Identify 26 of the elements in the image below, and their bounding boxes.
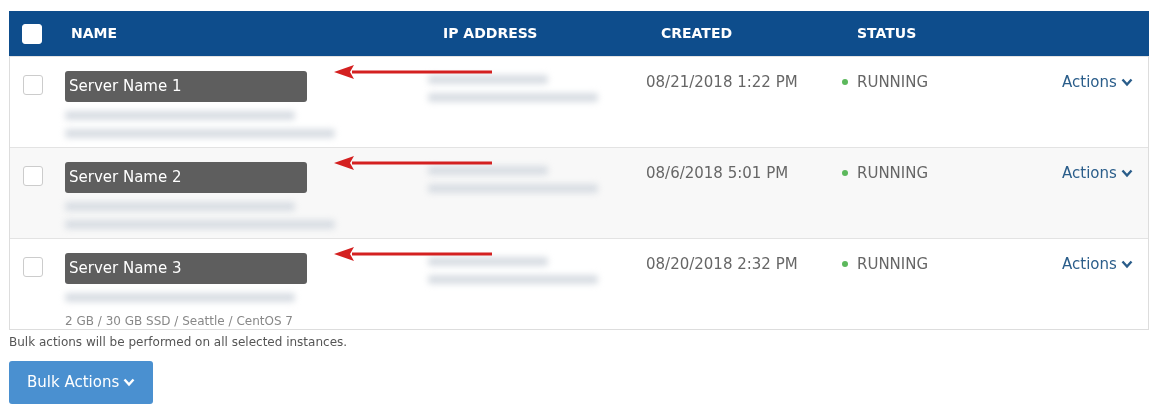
column-header: NAME: [70, 24, 119, 43]
status-text: RUNNING: [857, 163, 929, 184]
created-date: 08/6/2018 5:01 PM: [646, 163, 790, 184]
row-checkbox[interactable]: [23, 257, 43, 277]
server-name-label: Server Name 3: [65, 253, 307, 284]
created-date: 08/21/2018 1:22 PM: [646, 72, 799, 93]
actions-dropdown[interactable]: Actions: [1062, 253, 1133, 276]
column-header: STATUS: [856, 24, 918, 43]
column-header: CREATED: [660, 24, 734, 43]
server-name-label: Server Name 1: [65, 71, 307, 102]
chevron-down-icon: [1120, 169, 1133, 178]
chevron-down-icon: [1120, 260, 1133, 269]
status-text: RUNNING: [857, 72, 929, 93]
row-checkbox[interactable]: [23, 75, 43, 95]
select-all-checkbox[interactable]: [22, 23, 42, 44]
server-name-label: Server Name 2: [65, 162, 307, 193]
bulk-actions-note: Bulk actions will be performed on all selected instances.: [9, 334, 349, 351]
column-header: IP ADDRESS: [442, 24, 539, 43]
actions-dropdown[interactable]: Actions: [1062, 71, 1133, 94]
status-text: RUNNING: [857, 254, 929, 275]
created-date: 08/20/2018 2:32 PM: [646, 254, 799, 275]
actions-dropdown[interactable]: Actions: [1062, 162, 1133, 185]
row-checkbox[interactable]: [23, 166, 43, 186]
chevron-down-icon: [123, 378, 136, 387]
server-specs: 2 GB / 30 GB SSD / Seattle / CentOS 7: [65, 312, 294, 330]
chevron-down-icon: [1120, 78, 1133, 87]
